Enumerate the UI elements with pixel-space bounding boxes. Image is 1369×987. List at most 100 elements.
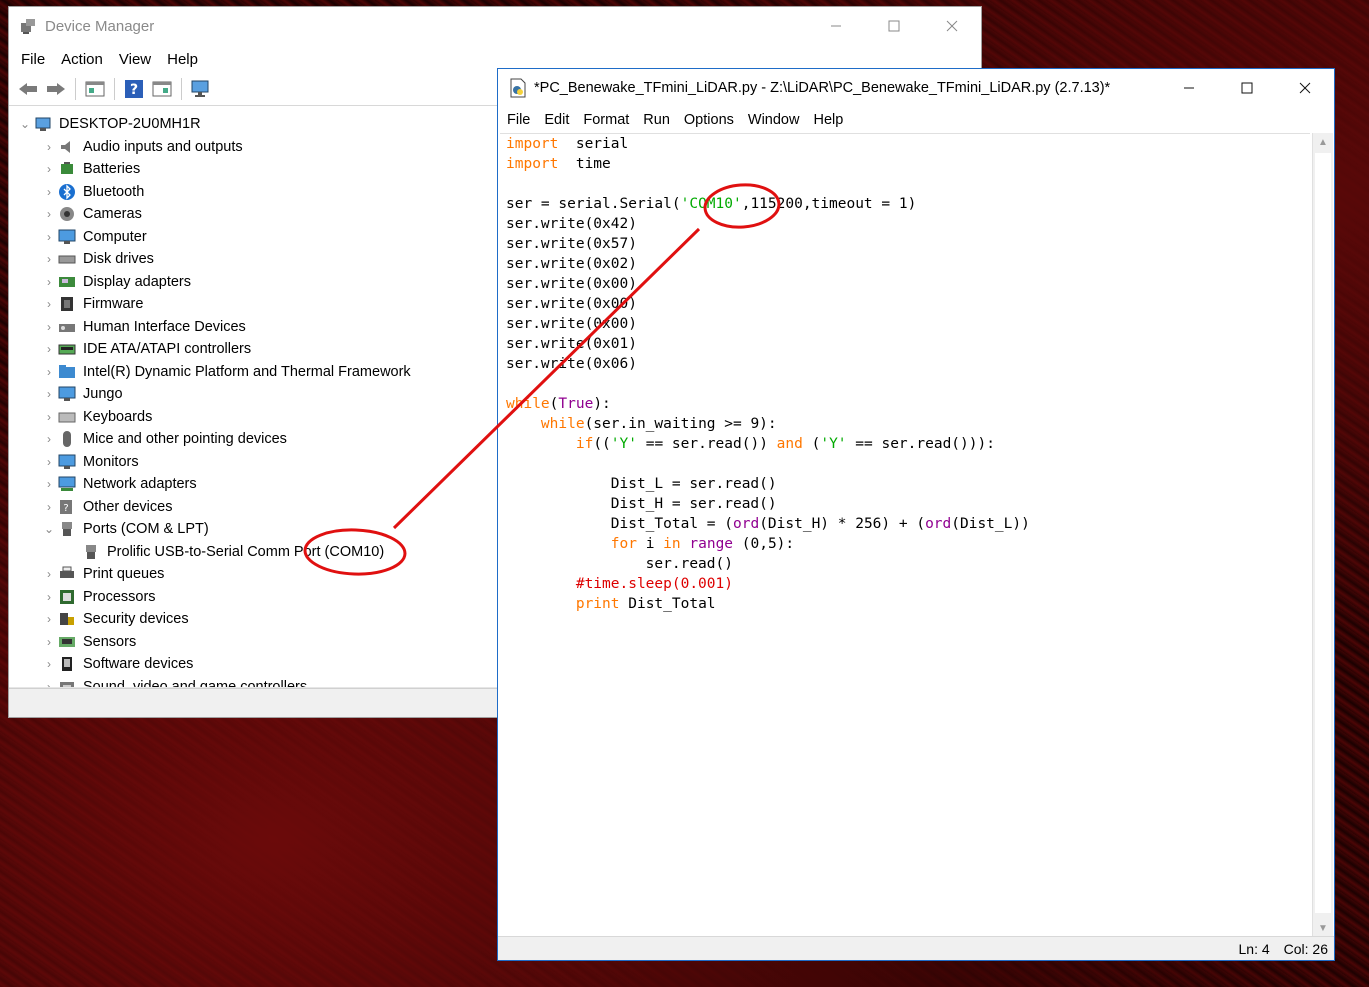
- tree-item-security-devices[interactable]: › Security devices: [9, 608, 497, 631]
- chevron-right-icon[interactable]: ›: [41, 140, 57, 154]
- maximize-button[interactable]: [865, 7, 923, 45]
- tree-item-ports-com-lpt[interactable]: ⌄ Ports (COM & LPT): [9, 518, 497, 541]
- idle-maximize-button[interactable]: [1218, 69, 1276, 107]
- code-token-str: 'COM10': [680, 196, 742, 212]
- idle-menu-edit[interactable]: Edit: [537, 112, 576, 128]
- port-icon: [81, 543, 101, 561]
- tree-item-ide-ata-atapi-controllers[interactable]: › IDE ATA/ATAPI controllers: [9, 338, 497, 361]
- code-line: ser = serial.Serial('COM10',115200,timeo…: [500, 194, 1310, 214]
- code-token: == ser.read()): [636, 436, 777, 452]
- device-tree[interactable]: ⌄ DESKTOP-2U0MH1R › Audio inputs and output…: [9, 113, 497, 689]
- code-line: import serial: [500, 134, 1310, 154]
- tree-item-disk-drives[interactable]: › Disk drives: [9, 248, 497, 271]
- idle-minimize-button[interactable]: [1160, 69, 1218, 107]
- chevron-right-icon[interactable]: ›: [41, 432, 57, 446]
- tree-item-human-interface-devices[interactable]: › Human Interface Devices: [9, 316, 497, 339]
- menu-view[interactable]: View: [111, 51, 159, 68]
- menu-file[interactable]: File: [13, 51, 53, 68]
- scroll-down-arrow-icon[interactable]: ▼: [1313, 919, 1333, 937]
- vertical-scrollbar[interactable]: ▲ ▼: [1312, 133, 1333, 937]
- tree-item-mice-and-other-pointing-devices[interactable]: › Mice and other pointing devices: [9, 428, 497, 451]
- code-editor[interactable]: import serial import time ser = serial.Se…: [500, 133, 1310, 938]
- hid-icon: [57, 318, 77, 336]
- chevron-right-icon[interactable]: ›: [41, 410, 57, 424]
- chevron-right-icon[interactable]: ›: [41, 635, 57, 649]
- code-token: ((: [593, 436, 611, 452]
- chevron-right-icon[interactable]: ›: [41, 297, 57, 311]
- chevron-right-icon[interactable]: ›: [41, 500, 57, 514]
- code-line: ser.write(0x06): [500, 354, 1310, 374]
- back-arrow-icon[interactable]: [15, 77, 41, 101]
- chevron-right-icon[interactable]: ›: [41, 162, 57, 176]
- properties-view-icon[interactable]: [82, 77, 108, 101]
- chevron-down-icon[interactable]: ⌄: [17, 117, 33, 131]
- tree-item-audio-inputs-and-outputs[interactable]: › Audio inputs and outputs: [9, 136, 497, 159]
- scan-hardware-icon[interactable]: [188, 77, 214, 101]
- tree-item-firmware[interactable]: › Firmware: [9, 293, 497, 316]
- chevron-down-icon[interactable]: ⌄: [41, 522, 57, 536]
- idle-menu-help[interactable]: Help: [806, 112, 850, 128]
- tree-item-display-adapters[interactable]: › Display adapters: [9, 271, 497, 294]
- tree-item-root[interactable]: ⌄ DESKTOP-2U0MH1R: [9, 113, 497, 136]
- tree-item-software-devices[interactable]: › Software devices: [9, 653, 497, 676]
- tree-item-computer[interactable]: › Computer: [9, 226, 497, 249]
- tree-item-label: Intel(R) Dynamic Platform and Thermal Fr…: [83, 363, 411, 380]
- tree-item-sensors[interactable]: › Sensors: [9, 631, 497, 654]
- idle-titlebar[interactable]: *PC_Benewake_TFmini_LiDAR.py - Z:\LiDAR\…: [498, 69, 1334, 107]
- menu-action[interactable]: Action: [53, 51, 111, 68]
- idle-close-button[interactable]: [1276, 69, 1334, 107]
- tree-item-print-queues[interactable]: › Print queues: [9, 563, 497, 586]
- idle-menu-run[interactable]: Run: [636, 112, 677, 128]
- chevron-right-icon[interactable]: ›: [41, 275, 57, 289]
- chevron-right-icon[interactable]: ›: [41, 590, 57, 604]
- device-view-icon[interactable]: [149, 77, 175, 101]
- chevron-right-icon[interactable]: ›: [41, 320, 57, 334]
- tree-item-label: Batteries: [83, 161, 141, 178]
- code-token-bi: ord: [732, 516, 760, 532]
- tree-item-label: Processors: [83, 588, 156, 605]
- tree-item-bluetooth[interactable]: › Bluetooth: [9, 181, 497, 204]
- chevron-right-icon[interactable]: ›: [41, 185, 57, 199]
- chevron-right-icon[interactable]: ›: [41, 365, 57, 379]
- tree-item-other-devices[interactable]: ›? Other devices: [9, 496, 497, 519]
- minimize-button[interactable]: [807, 7, 865, 45]
- tree-item-monitors[interactable]: › Monitors: [9, 451, 497, 474]
- tree-item-processors[interactable]: › Processors: [9, 586, 497, 609]
- scroll-up-arrow-icon[interactable]: ▲: [1313, 133, 1333, 151]
- idle-menu-options[interactable]: Options: [677, 112, 741, 128]
- menu-help[interactable]: Help: [159, 51, 206, 68]
- chevron-right-icon[interactable]: ›: [41, 477, 57, 491]
- tree-item-jungo[interactable]: › Jungo: [9, 383, 497, 406]
- unknown-device-icon: ?: [57, 498, 77, 516]
- idle-menu-format[interactable]: Format: [576, 112, 636, 128]
- idle-menu-file[interactable]: File: [500, 112, 537, 128]
- code-line: if(('Y' == ser.read()) and ('Y' == ser.r…: [500, 434, 1310, 454]
- close-button[interactable]: [923, 7, 981, 45]
- chevron-right-icon[interactable]: ›: [41, 230, 57, 244]
- chevron-right-icon[interactable]: ›: [41, 252, 57, 266]
- chevron-right-icon[interactable]: ›: [41, 342, 57, 356]
- tree-item-keyboards[interactable]: › Keyboards: [9, 406, 497, 429]
- chevron-right-icon[interactable]: ›: [41, 612, 57, 626]
- help-icon[interactable]: ?: [121, 77, 147, 101]
- tree-item-intel-r-dynamic-platform-and-thermal-framework[interactable]: › Intel(R) Dynamic Platform and Thermal F…: [9, 361, 497, 384]
- keyboard-icon: [57, 408, 77, 426]
- chevron-right-icon[interactable]: ›: [41, 455, 57, 469]
- tree-item-batteries[interactable]: › Batteries: [9, 158, 497, 181]
- tree-item-network-adapters[interactable]: › Network adapters: [9, 473, 497, 496]
- forward-arrow-icon[interactable]: [43, 77, 69, 101]
- code-token-cm: #time.sleep(0.001): [575, 576, 733, 592]
- tree-item-label: Audio inputs and outputs: [83, 138, 243, 155]
- chevron-right-icon[interactable]: ›: [41, 207, 57, 221]
- chevron-right-icon[interactable]: ›: [41, 387, 57, 401]
- chevron-right-icon[interactable]: ›: [41, 657, 57, 671]
- scrollbar-thumb[interactable]: [1315, 153, 1331, 913]
- tree-item-cameras[interactable]: › Cameras: [9, 203, 497, 226]
- chevron-right-icon[interactable]: ›: [41, 567, 57, 581]
- device-manager-titlebar[interactable]: Device Manager: [9, 7, 981, 45]
- tree-item-prolific-usb-to-serial-comm-port-com10[interactable]: Prolific USB-to-Serial Comm Port (COM10): [9, 541, 497, 564]
- idle-menu-window[interactable]: Window: [741, 112, 807, 128]
